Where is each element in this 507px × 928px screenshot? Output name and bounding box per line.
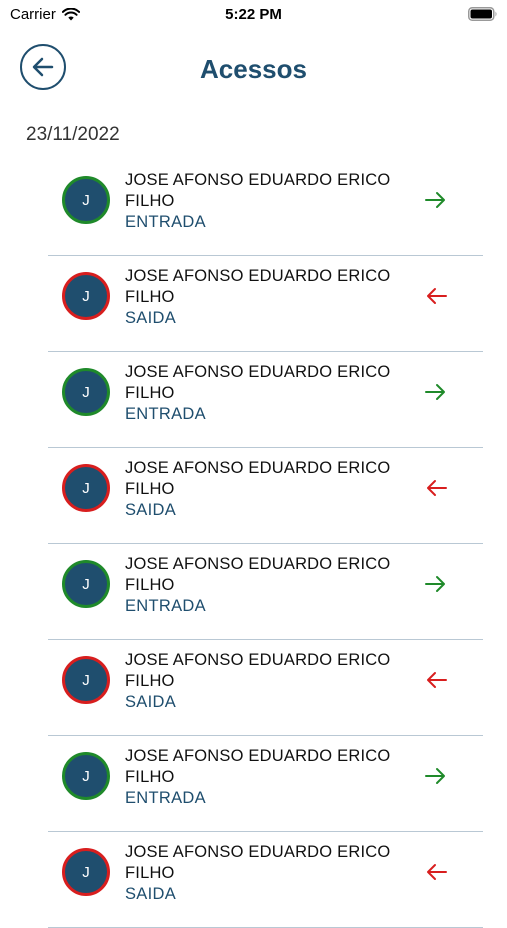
battery-icon — [468, 7, 497, 21]
avatar: J — [62, 848, 110, 896]
list-item[interactable]: J JOSE AFONSO EDUARDO ERICO FILHO SAIDA — [48, 640, 483, 736]
arrow-left-icon — [427, 672, 447, 688]
date-label: 23/11/2022 — [26, 124, 120, 145]
status-bar: Carrier 5:22 PM — [0, 0, 507, 30]
item-text: JOSE AFONSO EDUARDO ERICO FILHO ENTRADA — [125, 746, 405, 809]
avatar: J — [62, 464, 110, 512]
person-name: JOSE AFONSO EDUARDO ERICO FILHO — [125, 651, 391, 690]
item-text: JOSE AFONSO EDUARDO ERICO FILHO ENTRADA — [125, 170, 405, 233]
status-time: 5:22 PM — [225, 6, 282, 23]
item-text: JOSE AFONSO EDUARDO ERICO FILHO ENTRADA — [125, 362, 405, 425]
list-item[interactable]: J JOSE AFONSO EDUARDO ERICO FILHO ENTRADA — [48, 352, 483, 448]
person-name: JOSE AFONSO EDUARDO ERICO FILHO — [125, 843, 391, 882]
avatar: J — [62, 656, 110, 704]
item-text: JOSE AFONSO EDUARDO ERICO FILHO SAIDA — [125, 650, 405, 713]
arrow-right-icon — [425, 384, 445, 400]
arrow-right-icon — [425, 576, 445, 592]
avatar: J — [62, 176, 110, 224]
arrow-left-icon — [427, 864, 447, 880]
avatar: J — [62, 272, 110, 320]
person-name: JOSE AFONSO EDUARDO ERICO FILHO — [125, 171, 391, 210]
access-type: SAIDA — [125, 501, 177, 519]
avatar: J — [62, 368, 110, 416]
access-type: SAIDA — [125, 693, 177, 711]
list-item[interactable]: J JOSE AFONSO EDUARDO ERICO FILHO ENTRADA — [48, 736, 483, 832]
item-text: JOSE AFONSO EDUARDO ERICO FILHO ENTRADA — [125, 554, 405, 617]
arrow-left-icon — [427, 480, 447, 496]
arrow-right-icon — [425, 192, 445, 208]
item-text: JOSE AFONSO EDUARDO ERICO FILHO SAIDA — [125, 842, 405, 905]
person-name: JOSE AFONSO EDUARDO ERICO FILHO — [125, 459, 391, 498]
arrow-right-icon — [425, 768, 445, 784]
access-type: SAIDA — [125, 309, 177, 327]
access-type: ENTRADA — [125, 213, 206, 231]
page-title: Acessos — [200, 54, 307, 84]
arrow-left-icon — [427, 288, 447, 304]
access-type: ENTRADA — [125, 405, 206, 423]
header: Acessos — [0, 42, 507, 98]
access-list: J JOSE AFONSO EDUARDO ERICO FILHO ENTRADA J… — [48, 160, 483, 928]
item-text: JOSE AFONSO EDUARDO ERICO FILHO SAIDA — [125, 266, 405, 329]
person-name: JOSE AFONSO EDUARDO ERICO FILHO — [125, 267, 391, 306]
person-name: JOSE AFONSO EDUARDO ERICO FILHO — [125, 747, 391, 786]
access-type: SAIDA — [125, 885, 177, 903]
item-text: JOSE AFONSO EDUARDO ERICO FILHO SAIDA — [125, 458, 405, 521]
list-item[interactable]: J JOSE AFONSO EDUARDO ERICO FILHO SAIDA — [48, 256, 483, 352]
list-item[interactable]: J JOSE AFONSO EDUARDO ERICO FILHO ENTRADA — [48, 544, 483, 640]
list-item[interactable]: J JOSE AFONSO EDUARDO ERICO FILHO SAIDA — [48, 832, 483, 928]
access-type: ENTRADA — [125, 789, 206, 807]
avatar: J — [62, 752, 110, 800]
list-item[interactable]: J JOSE AFONSO EDUARDO ERICO FILHO ENTRADA — [48, 160, 483, 256]
list-item[interactable]: J JOSE AFONSO EDUARDO ERICO FILHO SAIDA — [48, 448, 483, 544]
access-type: ENTRADA — [125, 597, 206, 615]
person-name: JOSE AFONSO EDUARDO ERICO FILHO — [125, 555, 391, 594]
person-name: JOSE AFONSO EDUARDO ERICO FILHO — [125, 363, 391, 402]
avatar: J — [62, 560, 110, 608]
